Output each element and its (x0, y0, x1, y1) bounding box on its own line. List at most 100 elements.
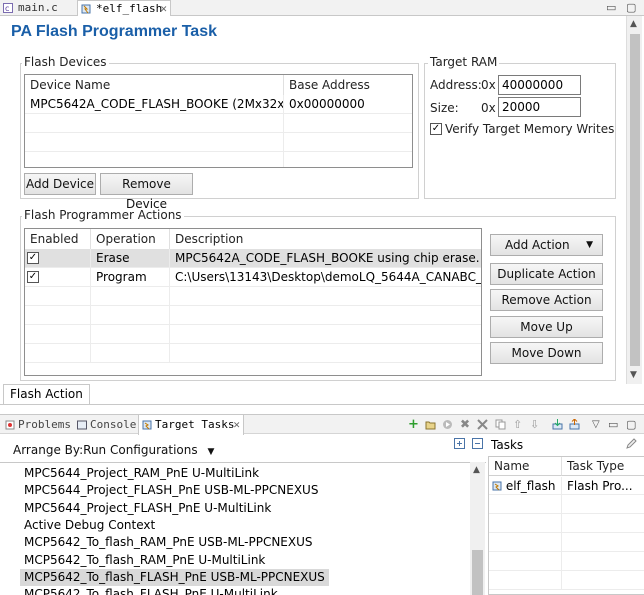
tasks-table[interactable]: Name Task Type elf_flash Flash Pro... (488, 456, 644, 595)
tab-flash-action[interactable]: Flash Action (3, 384, 90, 404)
scroll-down-arrow-icon[interactable]: ▼ (630, 370, 637, 380)
tab-label: Console (90, 418, 137, 431)
form-vertical-scrollbar[interactable]: ▲ ▼ (626, 16, 642, 384)
close-icon[interactable]: ✕ (160, 1, 167, 16)
add-task-icon[interactable]: + (408, 418, 419, 431)
tab-console[interactable]: Console (74, 415, 136, 435)
duplicate-action-button[interactable]: Duplicate Action (490, 263, 603, 285)
flash-actions-label: Flash Programmer Actions (22, 208, 184, 222)
task-name-cell: elf_flash (489, 477, 562, 496)
tree-item[interactable]: Active Debug Context (20, 517, 159, 534)
table-row[interactable]: MPC5642A_CODE_FLASH_BOOKE (2Mx32x1) 0x00… (25, 95, 412, 114)
device-name-cell: MPC5642A_CODE_FLASH_BOOKE (2Mx32x1) (25, 95, 284, 114)
tree-vertical-scrollbar[interactable]: ▲ (470, 462, 485, 595)
minimize-icon[interactable]: ▭ (608, 419, 619, 430)
close-icon[interactable]: ✕ (233, 415, 240, 434)
base-address-cell: 0x00000000 (289, 97, 365, 111)
run-configurations-tree[interactable]: MPC5644_Project_RAM_PnE U-MultiLink MPC56… (0, 462, 486, 595)
enabled-cell: ✓ (25, 249, 91, 268)
flash-programmer-form: PA Flash Programmer Task Flash Devices D… (0, 16, 626, 404)
column-header-operation[interactable]: Operation (91, 229, 170, 249)
editor-tab-main-c[interactable]: c main.c (0, 0, 72, 16)
add-action-button[interactable]: Add Action ▼ (490, 234, 603, 256)
view-menu-icon[interactable]: ▽ (592, 419, 603, 430)
move-up-button[interactable]: Move Up (490, 316, 603, 338)
tab-target-tasks[interactable]: Target Tasks ✕ (138, 415, 244, 435)
remove-device-button[interactable]: Remove Device (100, 173, 193, 211)
add-action-label: Add Action (505, 238, 570, 252)
tree-item[interactable]: MCP5642_To_flash_FLASH_PnE U-MultiLink (20, 586, 282, 595)
import-icon[interactable] (552, 419, 563, 430)
expand-all-icon[interactable] (454, 438, 465, 449)
verify-writes-checkbox[interactable]: ✓ (430, 123, 442, 135)
editor-tab-bar: c main.c *elf_flash ✕ ▭ ▢ (0, 0, 644, 16)
table-row-empty (489, 514, 644, 533)
scroll-up-arrow-icon[interactable]: ▲ (473, 465, 480, 475)
table-row-empty (489, 552, 644, 571)
tree-item[interactable]: MPC5644_Project_FLASH_PnE U-MultiLink (20, 500, 275, 517)
tab-label: Target Tasks (155, 418, 235, 431)
dropdown-arrow-icon: ▼ (207, 447, 215, 457)
table-row[interactable]: ✓ Program C:\Users\13143\Desktop\demoLQ_… (25, 268, 481, 287)
operation-cell: Program (91, 268, 170, 287)
size-label: Size: (430, 101, 459, 115)
address-prefix: 0x (481, 78, 496, 92)
column-header-task-type[interactable]: Task Type (562, 457, 644, 476)
flash-actions-table[interactable]: Enabled Operation Description ✓ Erase MP… (24, 228, 482, 376)
scrollbar-thumb[interactable] (472, 550, 483, 595)
column-header-name[interactable]: Name (489, 457, 562, 476)
tree-item[interactable]: MPC5644_Project_FLASH_PnE USB-ML-PPCNEXU… (20, 482, 322, 499)
column-header-device-name[interactable]: Device Name (25, 75, 284, 95)
table-row-empty (25, 306, 481, 325)
minimize-icon[interactable]: ▭ (606, 1, 616, 14)
flash-task-icon (492, 481, 502, 491)
collapse-all-icon[interactable] (472, 438, 483, 449)
address-label: Address: (430, 78, 482, 92)
column-header-description[interactable]: Description (170, 229, 481, 249)
scroll-up-arrow-icon[interactable]: ▲ (630, 19, 637, 29)
enabled-checkbox[interactable]: ✓ (27, 252, 39, 264)
maximize-icon[interactable]: ▢ (626, 1, 636, 14)
tree-item[interactable]: MCP5642_To_flash_RAM_PnE U-MultiLink (20, 552, 269, 569)
enabled-checkbox[interactable]: ✓ (27, 271, 39, 283)
run-task-icon[interactable] (442, 419, 453, 430)
remove-all-icon[interactable] (477, 419, 488, 430)
maximize-icon[interactable]: ▢ (626, 419, 637, 430)
tree-item[interactable]: MCP5642_To_flash_RAM_PnE USB-ML-PPCNEXUS (20, 534, 317, 551)
table-row-empty (25, 344, 481, 363)
address-input[interactable]: 40000000 (498, 75, 581, 95)
tasks-title: Tasks (491, 438, 524, 452)
editor-tab-elf-flash[interactable]: *elf_flash ✕ (77, 0, 171, 16)
flash-devices-table[interactable]: Device Name Base Address MPC5642A_CODE_F… (24, 74, 413, 168)
tree-item[interactable]: MCP5642_To_flash_FLASH_PnE USB-ML-PPCNEX… (20, 568, 329, 586)
editor-tab-label: *elf_flash (96, 2, 163, 15)
column-header-enabled[interactable]: Enabled (25, 229, 91, 249)
column-header-base-address[interactable]: Base Address (284, 75, 412, 95)
delete-task-icon[interactable]: ✖ (460, 418, 471, 430)
tree-item[interactable]: MPC5644_Project_RAM_PnE U-MultiLink (20, 465, 263, 482)
scrollbar-thumb[interactable] (630, 34, 640, 366)
table-row-empty (25, 325, 481, 344)
arrange-by-label: Arrange By:Run Configurations (13, 443, 198, 457)
enabled-cell: ✓ (25, 268, 91, 287)
table-row[interactable]: ✓ Erase MPC5642A_CODE_FLASH_BOOKE using … (25, 249, 481, 268)
export-icon[interactable] (569, 419, 580, 430)
remove-action-button[interactable]: Remove Action (490, 289, 603, 311)
flash-task-icon (81, 4, 91, 14)
table-row[interactable]: elf_flash Flash Pro... (489, 477, 644, 496)
tab-problems[interactable]: Problems (2, 415, 72, 435)
dropdown-arrow-icon: ▼ (586, 240, 593, 250)
copy-icon[interactable] (495, 419, 506, 430)
arrange-by-dropdown[interactable]: Arrange By:Run Configurations ▼ (13, 443, 214, 457)
move-down-icon[interactable]: ⇩ (530, 419, 541, 430)
c-file-icon: c (3, 3, 13, 13)
move-up-icon[interactable]: ⇧ (513, 419, 524, 430)
table-row-empty (489, 571, 644, 590)
add-device-button[interactable]: Add Device (24, 173, 96, 195)
move-down-button[interactable]: Move Down (490, 342, 603, 364)
edit-pencil-icon[interactable] (626, 438, 637, 449)
form-bottom-border (0, 404, 644, 405)
size-input[interactable]: 20000 (498, 97, 581, 117)
flash-devices-label: Flash Devices (22, 55, 109, 69)
open-folder-icon[interactable] (425, 419, 436, 430)
